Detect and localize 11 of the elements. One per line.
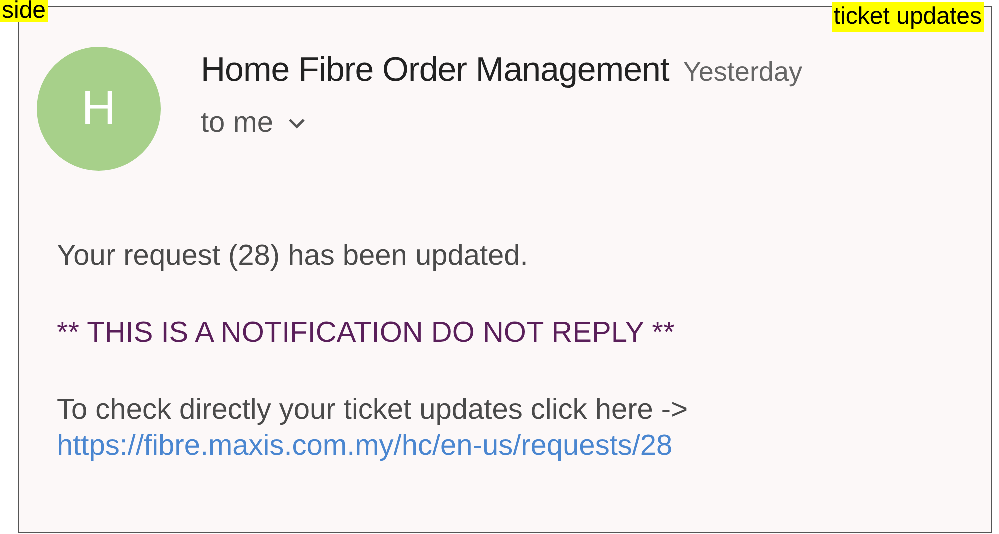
body-text: To check directly your ticket updates click here -> <box>57 392 690 428</box>
chevron-down-icon[interactable] <box>288 118 306 130</box>
highlighted-text: side <box>0 0 48 22</box>
highlighted-text: ticket updates <box>832 2 984 32</box>
notice-text: ** THIS IS A NOTIFICATION DO NOT REPLY ** <box>57 316 676 351</box>
body-text: Your request (28) has been updated. <box>57 239 530 274</box>
timestamp: Yesterday <box>683 56 802 89</box>
ticket-link[interactable]: https://fibre.maxis.com.my/hc/en-us/requests/28 <box>57 429 991 464</box>
recipient-label: to me <box>201 106 274 141</box>
sender-name: Home Fibre Order Management <box>201 50 670 91</box>
avatar: H <box>37 47 161 171</box>
